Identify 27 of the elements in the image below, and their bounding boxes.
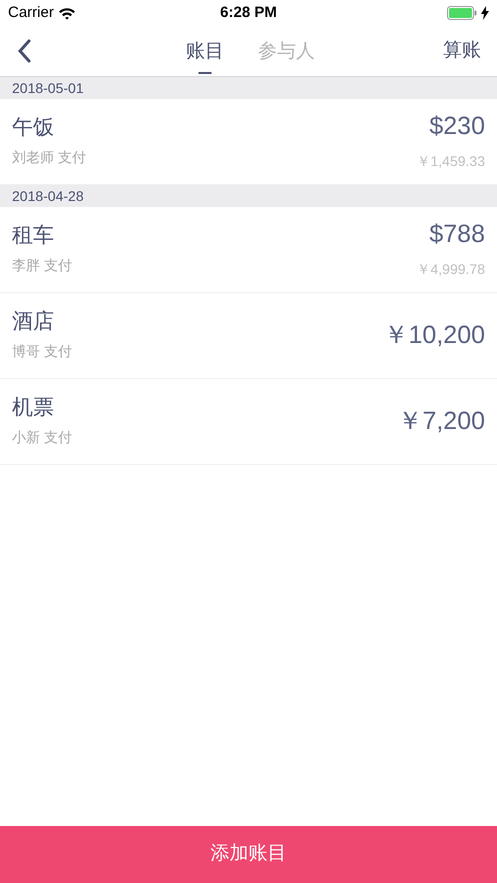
payer-text: 刘老师 支付: [12, 148, 86, 168]
amount-text: $788: [429, 219, 485, 250]
converted-amount: ￥4,999.78: [416, 260, 485, 279]
clock-text: 6:28 PM: [220, 2, 277, 23]
amount-text: $230: [429, 111, 485, 142]
expense-row[interactable]: 机票 小新 支付 ￥7,200: [0, 379, 497, 465]
battery-icon: [447, 6, 477, 20]
payer-text: 小新 支付: [12, 428, 72, 448]
settle-button[interactable]: 算账: [443, 36, 481, 66]
section-header: 2018-05-01: [0, 77, 497, 99]
section-header: 2018-04-28: [0, 185, 497, 207]
amount-text: ￥10,200: [384, 320, 485, 351]
wifi-icon: [58, 6, 76, 20]
charging-icon: [481, 6, 489, 20]
expense-title: 酒店: [12, 308, 55, 335]
carrier-text: Carrier: [8, 2, 54, 23]
amount-text: ￥7,200: [397, 406, 485, 437]
expense-title: 机票: [12, 394, 55, 421]
expense-title: 午饭: [12, 114, 55, 141]
payer-text: 李胖 支付: [12, 256, 72, 276]
payer-text: 博哥 支付: [12, 342, 72, 362]
expense-title: 租车: [12, 222, 55, 249]
expense-row[interactable]: 租车 李胖 支付 $788 ￥4,999.78: [0, 207, 497, 293]
converted-amount: ￥1,459.33: [416, 152, 485, 171]
back-icon: [17, 39, 31, 63]
add-expense-button[interactable]: 添加账目: [0, 826, 497, 883]
expense-row[interactable]: 酒店 博哥 支付 ￥10,200: [0, 293, 497, 379]
